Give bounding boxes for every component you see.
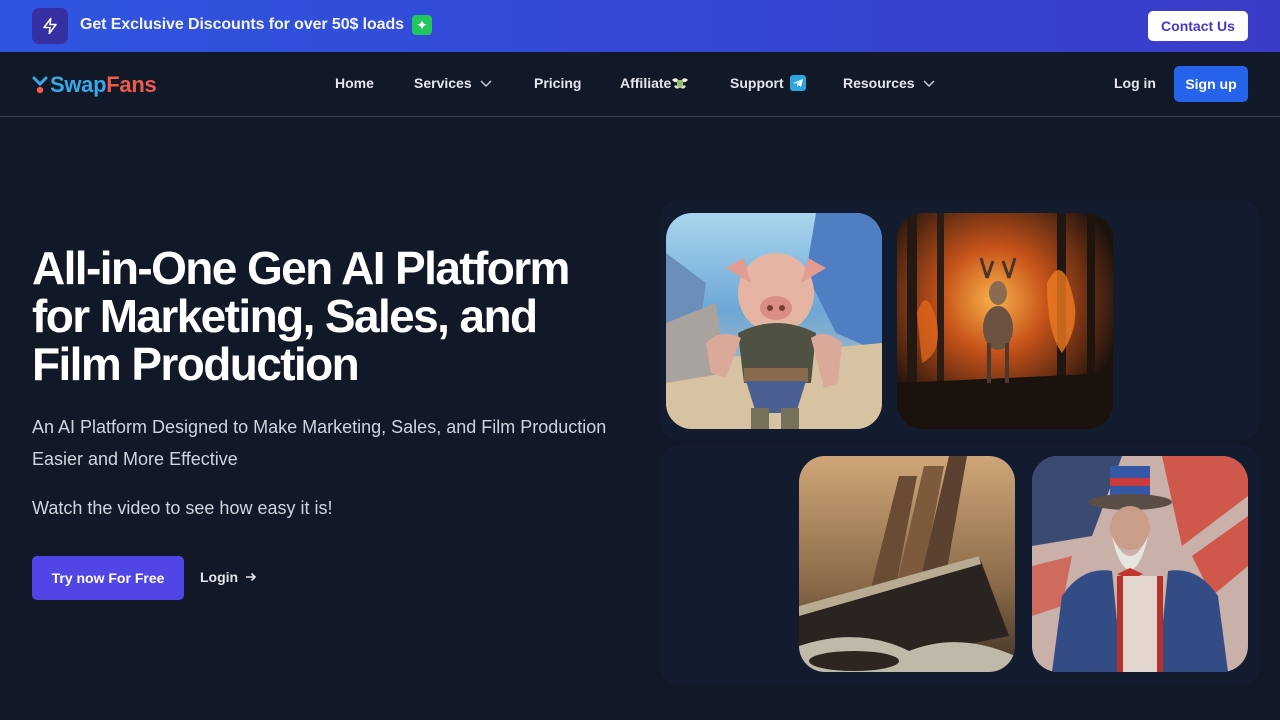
hero-title: All-in-One Gen AI Platform for Marketing…	[32, 242, 570, 390]
promo-text-wrap: Get Exclusive Discounts for over 50$ loa…	[80, 15, 432, 35]
promo-banner: Get Exclusive Discounts for over 50$ loa…	[0, 0, 1280, 52]
chevron-down-icon	[923, 80, 935, 87]
hero-login-label: Login	[200, 569, 239, 585]
sparkles-icon: ✦	[411, 15, 432, 35]
nav-support[interactable]: Support	[730, 75, 806, 91]
nav-home-label: Home	[335, 75, 374, 91]
lightning-bolt-icon	[32, 8, 68, 44]
telegram-icon	[789, 75, 806, 91]
pig-warrior-image	[666, 213, 882, 429]
money-with-wings-icon	[672, 78, 689, 89]
login-link[interactable]: Log in	[1114, 75, 1156, 91]
nav-services-label: Services	[414, 75, 472, 91]
nav-home[interactable]: Home	[335, 75, 374, 91]
arrow-right-icon	[246, 572, 257, 582]
logo-mark-icon	[32, 76, 48, 94]
brand-name-swap: Swap	[50, 72, 107, 97]
uncle-sam-image	[1032, 456, 1248, 672]
deer-fire-image	[897, 213, 1113, 429]
nav-resources[interactable]: Resources	[843, 75, 937, 91]
chevron-down-icon	[480, 80, 492, 87]
contact-us-button[interactable]: Contact Us	[1148, 11, 1248, 41]
brand-name-fans: Fans	[106, 72, 157, 97]
sinking-ship-image	[799, 456, 1015, 672]
nav-services[interactable]: Services	[414, 75, 494, 91]
nav-affiliate-label: Affiliate	[620, 75, 672, 91]
nav-resources-label: Resources	[843, 75, 915, 91]
hero-subtitle: An AI Platform Designed to Make Marketin…	[32, 417, 607, 469]
nav-pricing-label: Pricing	[534, 75, 582, 91]
try-free-button[interactable]: Try now For Free	[32, 556, 184, 600]
nav-affiliate[interactable]: Affiliate	[620, 75, 689, 91]
brand-logo[interactable]: Swap Fans	[32, 71, 157, 99]
nav-support-label: Support	[730, 75, 784, 91]
navbar: Swap Fans Home Services Pricing Affiliate…	[0, 52, 1280, 117]
hero-login-link[interactable]: Login	[200, 569, 258, 585]
hero-watch-text: Watch the video to see how easy it is!	[32, 498, 333, 518]
nav-pricing[interactable]: Pricing	[534, 75, 581, 91]
signup-button[interactable]: Sign up	[1174, 66, 1248, 102]
promo-text: Get Exclusive Discounts for over 50$ loa…	[80, 16, 404, 33]
